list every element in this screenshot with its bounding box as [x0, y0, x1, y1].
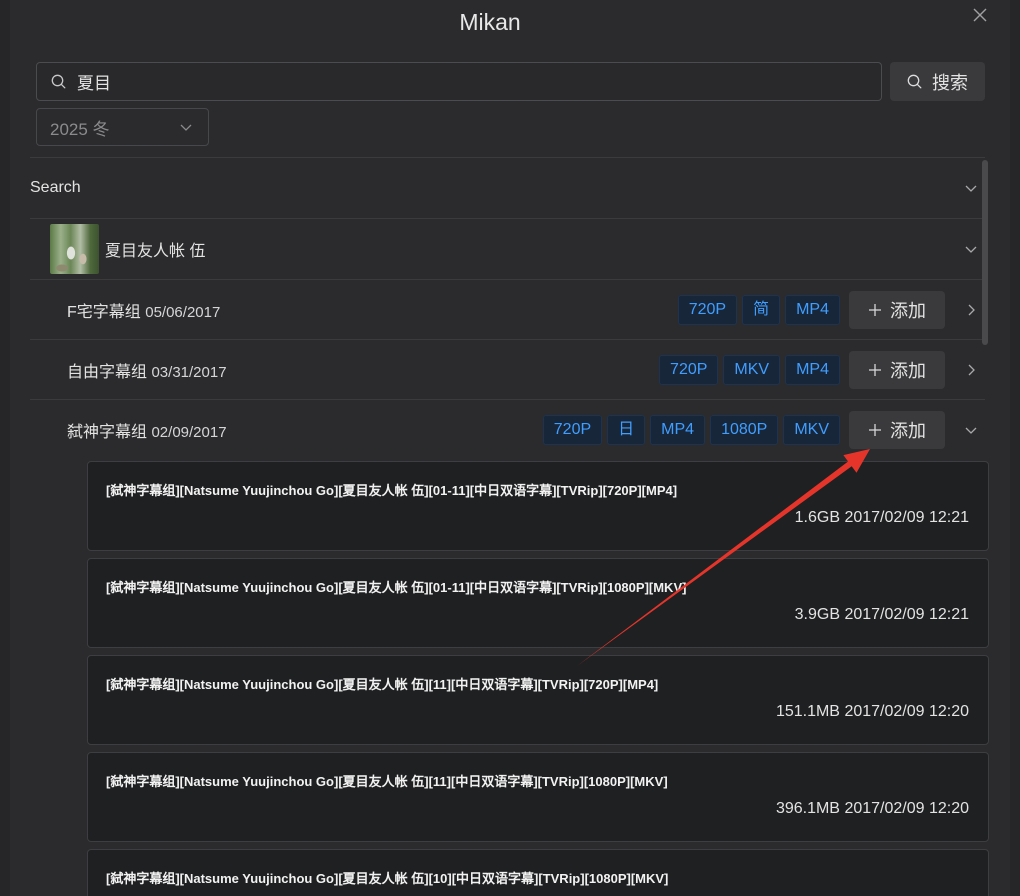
dialog-title: Mikan — [459, 9, 521, 35]
search-icon — [907, 74, 922, 89]
group-date: 03/31/2017 — [151, 363, 227, 381]
search-field[interactable] — [36, 62, 882, 101]
group-row[interactable]: 自由字幕组 03/31/2017 720P MKV MP4 添加 — [30, 340, 985, 399]
file-card[interactable]: [弑神字幕组][Natsume Yuujinchou Go][夏目友人帐 伍][… — [87, 461, 989, 551]
series-title: 夏目友人帐 伍 — [105, 243, 206, 260]
file-card[interactable]: [弑神字幕组][Natsume Yuujinchou Go][夏目友人帐 伍][… — [87, 752, 989, 842]
group-date: 02/09/2017 — [151, 424, 227, 441]
season-select[interactable]: 2025 冬 — [36, 108, 209, 146]
tag: MP4 — [785, 354, 840, 385]
file-title: [弑神字幕组][Natsume Yuujinchou Go][夏目友人帐 伍][… — [106, 483, 678, 498]
file-title: [弑神字幕组][Natsume Yuujinchou Go][夏目友人帐 伍][… — [106, 677, 659, 692]
file-datetime: 2017/02/09 12:20 — [844, 703, 969, 720]
tag: MKV — [783, 415, 840, 445]
group-label: 弑神字幕组 02/09/2017 — [67, 418, 227, 442]
plus-icon — [869, 303, 881, 316]
close-icon[interactable] — [973, 8, 987, 22]
file-size: 396.1MB — [775, 800, 840, 817]
add-button[interactable]: 添加 — [849, 350, 945, 389]
season-select-value: 2025 冬 — [50, 119, 110, 139]
series-thumbnail — [50, 224, 99, 274]
tag-list: 720P 日 MP4 1080P MKV — [542, 415, 840, 445]
section-label: Search — [30, 179, 81, 196]
tag: 720P — [659, 354, 719, 385]
search-button[interactable]: 搜索 — [890, 62, 985, 101]
add-button-label: 添加 — [890, 421, 926, 441]
file-title: [弑神字幕组][Natsume Yuujinchou Go][夏目友人帐 伍][… — [106, 871, 669, 886]
tag: 日 — [607, 415, 646, 445]
file-card[interactable]: [弑神字幕组][Natsume Yuujinchou Go][夏目友人帐 伍][… — [87, 849, 989, 896]
plus-icon — [869, 363, 881, 376]
scrollbar-thumb[interactable] — [982, 160, 988, 345]
series-header[interactable]: 夏目友人帐 伍 — [30, 219, 985, 279]
file-size: 1.6GB — [794, 509, 840, 526]
file-meta: 3.9GB 2017/02/09 12:21 — [795, 605, 969, 625]
chevron-right-icon[interactable] — [964, 363, 978, 377]
section-header-search[interactable]: Search — [30, 158, 985, 218]
file-datetime: 2017/02/09 12:21 — [844, 509, 969, 526]
chevron-down-icon[interactable] — [964, 181, 978, 195]
group-label: 自由字幕组 03/31/2017 — [67, 358, 227, 382]
file-meta: 396.1MB 2017/02/09 12:20 — [776, 799, 969, 819]
tag: MP4 — [785, 294, 840, 325]
add-button-label: 添加 — [890, 360, 926, 381]
tag: 720P — [542, 415, 603, 445]
tag: 1080P — [710, 415, 779, 445]
plus-icon — [869, 424, 881, 436]
tag: MP4 — [650, 415, 706, 445]
add-button[interactable]: 添加 — [849, 290, 945, 329]
tag: MKV — [723, 354, 781, 385]
chevron-down-icon — [180, 124, 192, 131]
file-meta: 151.1MB 2017/02/09 12:20 — [776, 702, 969, 722]
tag: 简 — [742, 294, 781, 325]
search-button-label: 搜索 — [932, 72, 968, 93]
group-row[interactable]: F宅字幕组 05/06/2017 720P 简 MP4 添加 — [30, 280, 985, 339]
group-row[interactable]: 弑神字幕组 02/09/2017 720P 日 MP4 1080P MKV 添加 — [30, 400, 985, 460]
file-title: [弑神字幕组][Natsume Yuujinchou Go][夏目友人帐 伍][… — [106, 580, 687, 595]
tag: 720P — [677, 294, 738, 325]
file-card[interactable]: [弑神字幕组][Natsume Yuujinchou Go][夏目友人帐 伍][… — [87, 655, 989, 745]
chevron-right-icon[interactable] — [964, 303, 978, 317]
file-meta: 1.6GB 2017/02/09 12:21 — [795, 508, 969, 528]
add-button-label: 添加 — [890, 300, 926, 321]
chevron-down-icon[interactable] — [964, 423, 978, 437]
file-title: [弑神字幕组][Natsume Yuujinchou Go][夏目友人帐 伍][… — [106, 774, 668, 789]
file-card[interactable]: [弑神字幕组][Natsume Yuujinchou Go][夏目友人帐 伍][… — [87, 558, 989, 648]
file-datetime: 2017/02/09 12:21 — [844, 606, 969, 623]
group-name: 自由字幕组 — [67, 363, 148, 381]
file-size: 151.1MB — [775, 703, 840, 720]
group-date: 05/06/2017 — [145, 303, 221, 321]
tag-list: 720P MKV MP4 — [659, 354, 840, 385]
mikan-dialog: Mikan 搜索 2025 冬 Search — [10, 0, 1010, 896]
group-label: F宅字幕组 05/06/2017 — [67, 298, 220, 322]
add-button[interactable]: 添加 — [849, 411, 945, 449]
file-size: 3.9GB — [794, 606, 840, 623]
file-datetime: 2017/02/09 12:20 — [844, 800, 969, 817]
group-name: 弑神字幕组 — [67, 424, 148, 441]
tag-list: 720P 简 MP4 — [677, 294, 840, 325]
search-input[interactable] — [37, 63, 881, 100]
chevron-down-icon[interactable] — [964, 242, 978, 256]
group-name: F宅字幕组 — [67, 303, 141, 321]
